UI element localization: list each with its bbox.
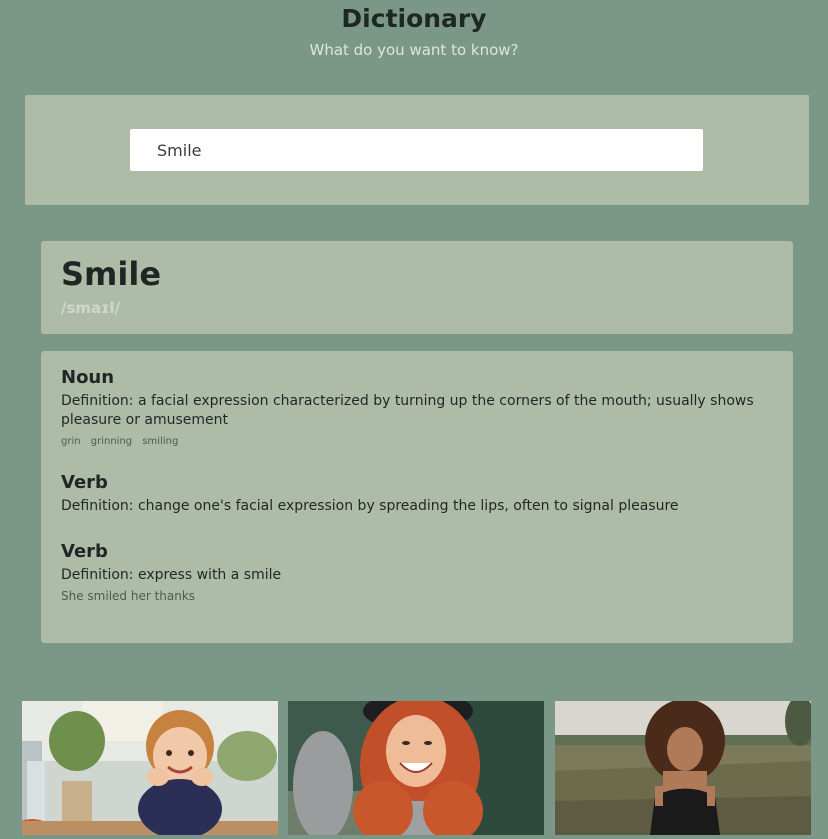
meaning-item: Verb Definition: express with a smile Sh…	[61, 541, 771, 603]
photo-laughing-woman	[288, 701, 544, 835]
synonyms-list: grin grinning smiling	[61, 436, 771, 447]
synonym: smiling	[142, 436, 179, 447]
search-input[interactable]	[130, 129, 703, 171]
page-subtitle: What do you want to know?	[309, 41, 519, 59]
meaning-item: Noun Definition: a facial expression cha…	[61, 367, 771, 447]
example-sentence: She smiled her thanks	[61, 589, 196, 603]
definition-text: Definition: a facial expression characte…	[61, 393, 754, 428]
photo-smiling-child	[22, 701, 278, 835]
part-of-speech: Verb	[61, 472, 108, 493]
phonetic: /smaɪl/	[61, 299, 120, 317]
meaning-item: Verb Definition: change one's facial exp…	[61, 472, 771, 516]
definitions-card: Noun Definition: a facial expression cha…	[41, 351, 793, 643]
search-section	[25, 95, 809, 205]
page-title: Dictionary	[341, 4, 487, 33]
synonym: grin	[61, 436, 81, 447]
definition-text: Definition: change one's facial expressi…	[61, 498, 679, 514]
photo-woman-in-field	[555, 701, 811, 835]
synonym: grinning	[90, 436, 133, 447]
part-of-speech: Verb	[61, 541, 108, 562]
part-of-speech: Noun	[61, 367, 115, 388]
definition-text: Definition: express with a smile	[61, 567, 282, 583]
word-title: Smile	[61, 255, 162, 293]
word-header-card: Smile /smaɪl/	[41, 241, 793, 334]
